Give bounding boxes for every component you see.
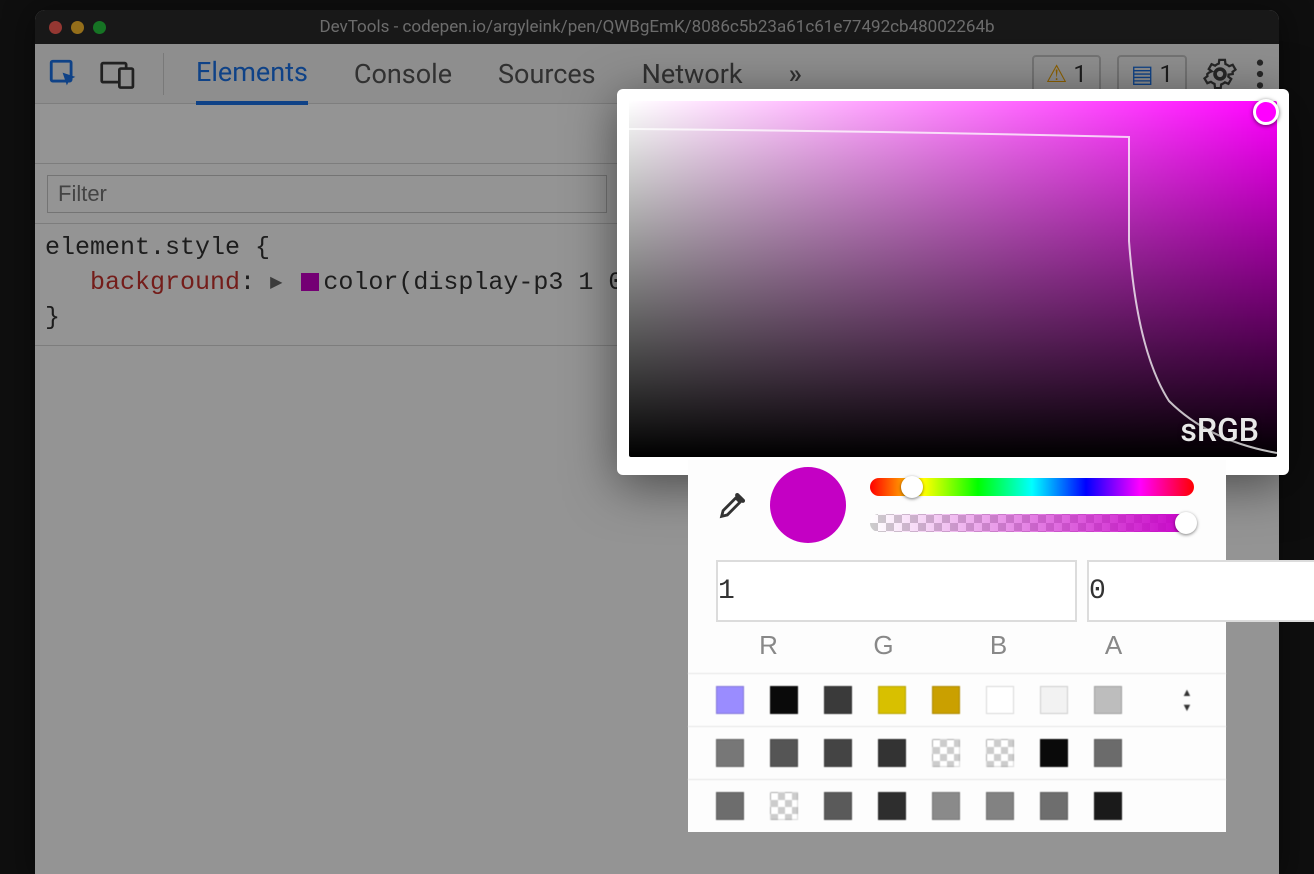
channel-a-label: A <box>1061 630 1166 661</box>
warning-icon <box>1046 60 1068 88</box>
palette-swatch[interactable] <box>1094 792 1122 820</box>
palette-swatch[interactable] <box>770 739 798 767</box>
gamut-label: sRGB <box>1180 411 1259 449</box>
tab-elements[interactable]: Elements <box>196 43 308 105</box>
channel-g-label: G <box>831 630 936 661</box>
tab-sources[interactable]: Sources <box>498 45 596 103</box>
issue-count-value: 1 <box>1160 60 1174 88</box>
palette-swatch[interactable] <box>932 686 960 714</box>
palette-row-2 <box>688 726 1226 779</box>
palette-swatch[interactable] <box>716 792 744 820</box>
warning-count-value: 1 <box>1073 60 1087 88</box>
palette-swatch[interactable] <box>932 739 960 767</box>
channel-r-input[interactable] <box>716 560 1077 622</box>
selector: element.style <box>45 233 240 262</box>
css-property-value[interactable]: color(display-p3 1 0 <box>323 268 623 297</box>
channel-g-input[interactable] <box>1087 560 1314 622</box>
gamut-boundary-line <box>629 101 1277 457</box>
palette-swatch[interactable] <box>824 686 852 714</box>
saturation-thumb[interactable] <box>1253 99 1279 125</box>
channel-r-label: R <box>716 630 821 661</box>
inspect-icon[interactable] <box>47 57 81 91</box>
palette-swatch[interactable] <box>1040 686 1068 714</box>
palette-row-1: ▲▼ <box>688 673 1226 726</box>
tab-console[interactable]: Console <box>354 45 452 103</box>
palette-swatch[interactable] <box>824 739 852 767</box>
palette-toggle[interactable]: ▲▼ <box>1176 686 1198 714</box>
palette-swatch[interactable] <box>986 792 1014 820</box>
device-toolbar-icon[interactable] <box>99 57 137 91</box>
palette-swatch[interactable] <box>1094 739 1122 767</box>
issue-icon <box>1131 60 1154 88</box>
css-property-name[interactable]: background <box>90 268 240 297</box>
color-picker: sRGB <box>617 89 1289 475</box>
channel-b-label: B <box>946 630 1051 661</box>
hue-thumb[interactable] <box>901 476 923 498</box>
color-swatch[interactable] <box>301 273 319 291</box>
palette-swatch[interactable] <box>986 686 1014 714</box>
palette-swatch[interactable] <box>1040 739 1068 767</box>
titlebar: DevTools - codepen.io/argyleink/pen/QWBg… <box>35 10 1279 44</box>
saturation-value-field[interactable]: sRGB <box>629 101 1277 457</box>
palette-swatch[interactable] <box>770 792 798 820</box>
palette-swatch[interactable] <box>770 686 798 714</box>
palette-swatch[interactable] <box>716 686 744 714</box>
palette-swatch[interactable] <box>932 792 960 820</box>
close-window-button[interactable] <box>49 21 62 34</box>
palette-swatch[interactable] <box>716 739 744 767</box>
alpha-slider[interactable] <box>870 514 1194 532</box>
palette-row-3 <box>688 779 1226 832</box>
palette-swatch[interactable] <box>1040 792 1068 820</box>
issue-count[interactable]: 1 <box>1117 55 1187 93</box>
color-picker-controls: ▲▼ R G B A ▲▼ <box>688 460 1226 832</box>
palette-swatch[interactable] <box>878 686 906 714</box>
palette-swatch[interactable] <box>824 792 852 820</box>
warning-count[interactable]: 1 <box>1032 55 1101 93</box>
settings-icon[interactable] <box>1203 57 1237 91</box>
palette-swatch[interactable] <box>1094 686 1122 714</box>
caret-icon[interactable]: ▶ <box>270 272 282 294</box>
eyedropper-button[interactable] <box>714 486 752 524</box>
palette-swatch[interactable] <box>878 739 906 767</box>
traffic-lights <box>49 21 106 34</box>
zoom-window-button[interactable] <box>93 21 106 34</box>
styles-filter-input[interactable] <box>47 175 607 213</box>
palette-swatch[interactable] <box>878 792 906 820</box>
window-title: DevTools - codepen.io/argyleink/pen/QWBg… <box>35 17 1279 37</box>
minimize-window-button[interactable] <box>71 21 84 34</box>
palette-swatch[interactable] <box>986 739 1014 767</box>
kebab-menu-icon[interactable] <box>1253 57 1267 91</box>
alpha-thumb[interactable] <box>1175 512 1197 534</box>
current-color-preview <box>770 467 846 543</box>
hue-slider[interactable] <box>870 478 1194 496</box>
